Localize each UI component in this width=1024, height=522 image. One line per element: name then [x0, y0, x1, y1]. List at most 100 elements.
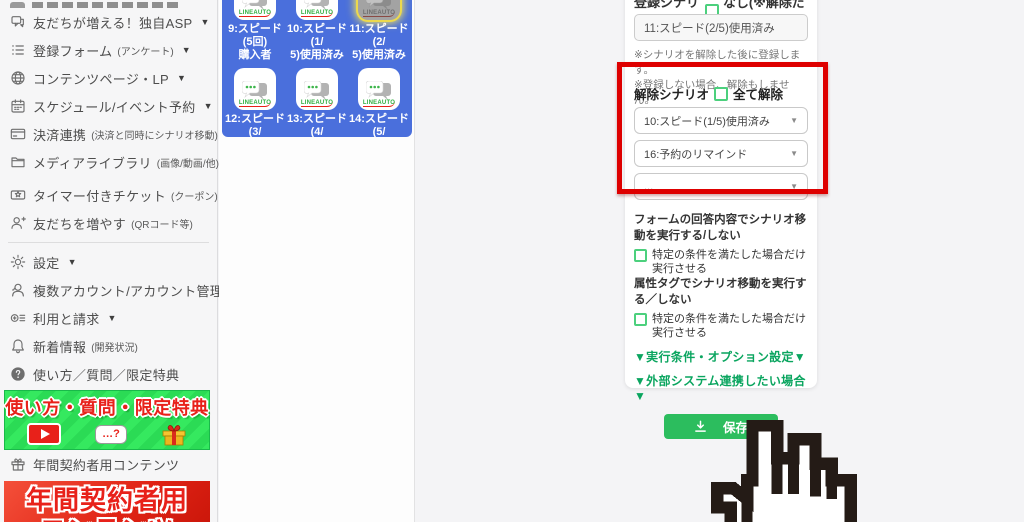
scenario-tile-label[interactable]: 11:スピード(2/ 5)使用済み	[349, 23, 409, 62]
globe-icon	[10, 70, 26, 86]
scenario-tile-button[interactable]: LINEAUTO	[296, 68, 338, 110]
sidebar-item-sublabel: (クーポン)	[171, 191, 218, 203]
bell-icon	[10, 338, 26, 354]
release-all-checkbox[interactable]	[714, 86, 729, 101]
caret-down-icon: ▼	[181, 45, 191, 55]
scenario-tile-11-selected: LINEAUTO 11:スピード(2/ 5)使用済み	[349, 0, 409, 62]
sidebar: 友だちが増える！独自ASP ▼ 登録フォーム (アンケート) ▼ コンテンツペー…	[0, 0, 235, 522]
gear-icon	[10, 254, 26, 270]
scenario-settings-card: 登録シナリオ なし(※解除だけ) 11:スピード(2/5)使用済み ※シナリオを…	[625, 0, 817, 403]
release-scenario-select-1[interactable]: 10:スピード(1/5)使用済み ▼	[634, 107, 808, 134]
sidebar-item-sublabel: (QRコード等)	[131, 219, 193, 231]
folder-icon	[10, 154, 26, 170]
sidebar-item-label: メディアライブラリ	[33, 155, 152, 171]
sidebar-item-register-form[interactable]: 登録フォーム (アンケート) ▼	[0, 36, 217, 64]
external-system-link[interactable]: ▼外部システム連携したい場合▼	[634, 372, 808, 403]
caret-down-icon: ▼	[176, 73, 186, 83]
ticket-icon	[10, 187, 26, 203]
sidebar-item-label: 設定	[33, 255, 60, 271]
scenario-tile-14: LINEAUTO 14:スピード(5/ 5)使用済み	[349, 68, 409, 137]
scenario-tile-13: LINEAUTO 13:スピード(4/ 5)使用済み	[287, 68, 347, 137]
sidebar-item-content-lp[interactable]: コンテンツページ・LP ▼	[0, 64, 217, 92]
scenario-tile-label[interactable]: 13:スピード(4/ 5)使用済み	[287, 113, 347, 137]
scenario-list-panel: LINEAUTO 9:スピード(5回) 購入者 LINEAUTO 10:スピード…	[222, 0, 412, 137]
scenario-tile-label[interactable]: 10:スピード(1/ 5)使用済み	[287, 23, 347, 62]
sidebar-item-annual-content[interactable]: 年間契約者用コンテンツ	[0, 450, 217, 478]
lineauto-logo: LINEAUTO	[238, 10, 272, 17]
sidebar-item-label: 友だちが増える！独自ASP	[33, 15, 193, 31]
sidebar-item-label: 年間契約者用コンテンツ	[33, 457, 180, 473]
release-scenario-select-2[interactable]: 16:予約のリマインド ▼	[634, 140, 808, 167]
speech-bubbles-icon	[304, 81, 330, 100]
app-window: 友だちが増える！独自ASP ▼ 登録フォーム (アンケート) ▼ コンテンツペー…	[0, 0, 1024, 522]
sidebar-item-sublabel: (画像/動画/他)	[156, 158, 220, 170]
lineauto-logo: LINEAUTO	[300, 100, 334, 107]
sidebar-item-label: 登録フォーム	[33, 43, 113, 59]
scenario-tile-button[interactable]: LINEAUTO	[358, 0, 400, 20]
sidebar-item-accounts[interactable]: 複数アカウント/アカウント管理	[0, 276, 223, 304]
execution-options-link[interactable]: ▼実行条件・オプション設定▼	[634, 348, 808, 365]
tag-condition-label: 特定の条件を満たした場合だけ実行させる	[652, 313, 806, 339]
annual-banner-line2: コンテンツ	[4, 515, 210, 522]
speech-bubbles-icon	[366, 0, 392, 10]
attribute-tag-section-title: 属性タグでシナリオ移動を実行する／しない	[634, 278, 807, 306]
speech-bubbles-icon	[366, 81, 392, 100]
speech-bubbles-icon	[242, 0, 268, 10]
coin-list-icon	[10, 310, 26, 326]
scenario-tile-label[interactable]: 12:スピード(3/ 5)使用済み	[225, 113, 285, 137]
sidebar-item-media-library[interactable]: メディアライブラリ (画像/動画/他)	[0, 148, 220, 176]
sidebar-item-billing[interactable]: 利用と請求 ▼	[0, 304, 217, 332]
help-banner[interactable]: 使い方・質問・限定特典 …?	[4, 390, 210, 450]
caret-down-icon: ▼	[790, 116, 798, 125]
sidebar-item-news[interactable]: 新着情報 (開発状況)	[0, 332, 217, 360]
sidebar-item-help[interactable]: 使い方／質問／限定特典	[0, 360, 217, 388]
sidebar-item-settings[interactable]: 設定 ▼	[0, 248, 217, 276]
speech-bubbles-icon	[242, 81, 268, 100]
chat-bubbles-icon	[10, 14, 26, 30]
sidebar-item-asp[interactable]: 友だちが増える！独自ASP ▼	[0, 8, 217, 36]
lineauto-logo: LINEAUTO	[362, 100, 396, 107]
sidebar-item-sublabel: (アンケート)	[117, 46, 174, 58]
sidebar-item-label: 決済連携	[33, 127, 87, 143]
question-bubble-icon: …?	[95, 424, 127, 444]
release-scenario-row: 解除シナリオ 全て解除	[634, 84, 808, 103]
scenario-tile-button[interactable]: LINEAUTO	[234, 0, 276, 20]
lineauto-logo: LINEAUTO	[238, 100, 272, 107]
scenario-tile-button[interactable]: LINEAUTO	[358, 68, 400, 110]
person-add-icon	[10, 215, 26, 231]
caret-down-icon: ▼	[203, 101, 213, 111]
scenario-tile-9: LINEAUTO 9:スピード(5回) 購入者	[225, 0, 285, 62]
release-scenario-label: 解除シナリオ	[634, 88, 710, 102]
scenario-tile-label[interactable]: 9:スピード(5回) 購入者	[225, 23, 285, 62]
people-icon	[10, 282, 26, 298]
sidebar-item-schedule[interactable]: スケジュール/イベント予約 ▼	[0, 92, 217, 120]
scenario-tile-label[interactable]: 14:スピード(5/ 5)使用済み	[349, 113, 409, 137]
video-play-icon	[27, 423, 62, 445]
help-banner-title: 使い方・質問・限定特典	[5, 398, 209, 418]
sidebar-item-clipped[interactable]	[0, 0, 217, 8]
form-answer-section-title: フォームの回答内容でシナリオ移動を実行する/しない	[634, 214, 807, 242]
gift-icon	[161, 422, 187, 446]
scenario-tile-button[interactable]: LINEAUTO	[234, 68, 276, 110]
save-button[interactable]: 保存	[664, 414, 778, 439]
sidebar-item-label: コンテンツページ・LP	[33, 71, 169, 87]
clipped-label	[32, 2, 182, 8]
release-scenario-select-3[interactable]: ... ▼	[634, 173, 808, 200]
tag-condition-checkbox[interactable]	[634, 313, 647, 326]
form-condition-label: 特定の条件を満たした場合だけ実行させる	[652, 249, 806, 275]
sidebar-item-grow-friends[interactable]: 友だちを増やす (QRコード等)	[0, 209, 217, 237]
clipped-icon	[10, 2, 25, 8]
sidebar-item-label: 新着情報	[33, 339, 87, 355]
calendar-icon	[10, 98, 26, 114]
sidebar-item-payment[interactable]: 決済連携 (決済と同時にシナリオ移動) ▼	[0, 120, 235, 148]
sidebar-divider	[8, 242, 209, 243]
sidebar-item-timer-ticket[interactable]: タイマー付きチケット (クーポン) ▼	[0, 181, 235, 209]
register-scenario-input[interactable]: 11:スピード(2/5)使用済み	[634, 14, 808, 41]
sidebar-item-label: 友だちを増やす	[33, 216, 127, 232]
form-condition-checkbox[interactable]	[634, 249, 647, 262]
annual-banner[interactable]: 年間契約者用 コンテンツ	[4, 481, 210, 522]
sidebar-item-label: 使い方／質問／限定特典	[33, 367, 180, 383]
scenario-tile-button[interactable]: LINEAUTO	[296, 0, 338, 20]
help-banner-icons: …?	[27, 422, 187, 446]
sidebar-item-label: スケジュール/イベント予約	[33, 99, 196, 115]
